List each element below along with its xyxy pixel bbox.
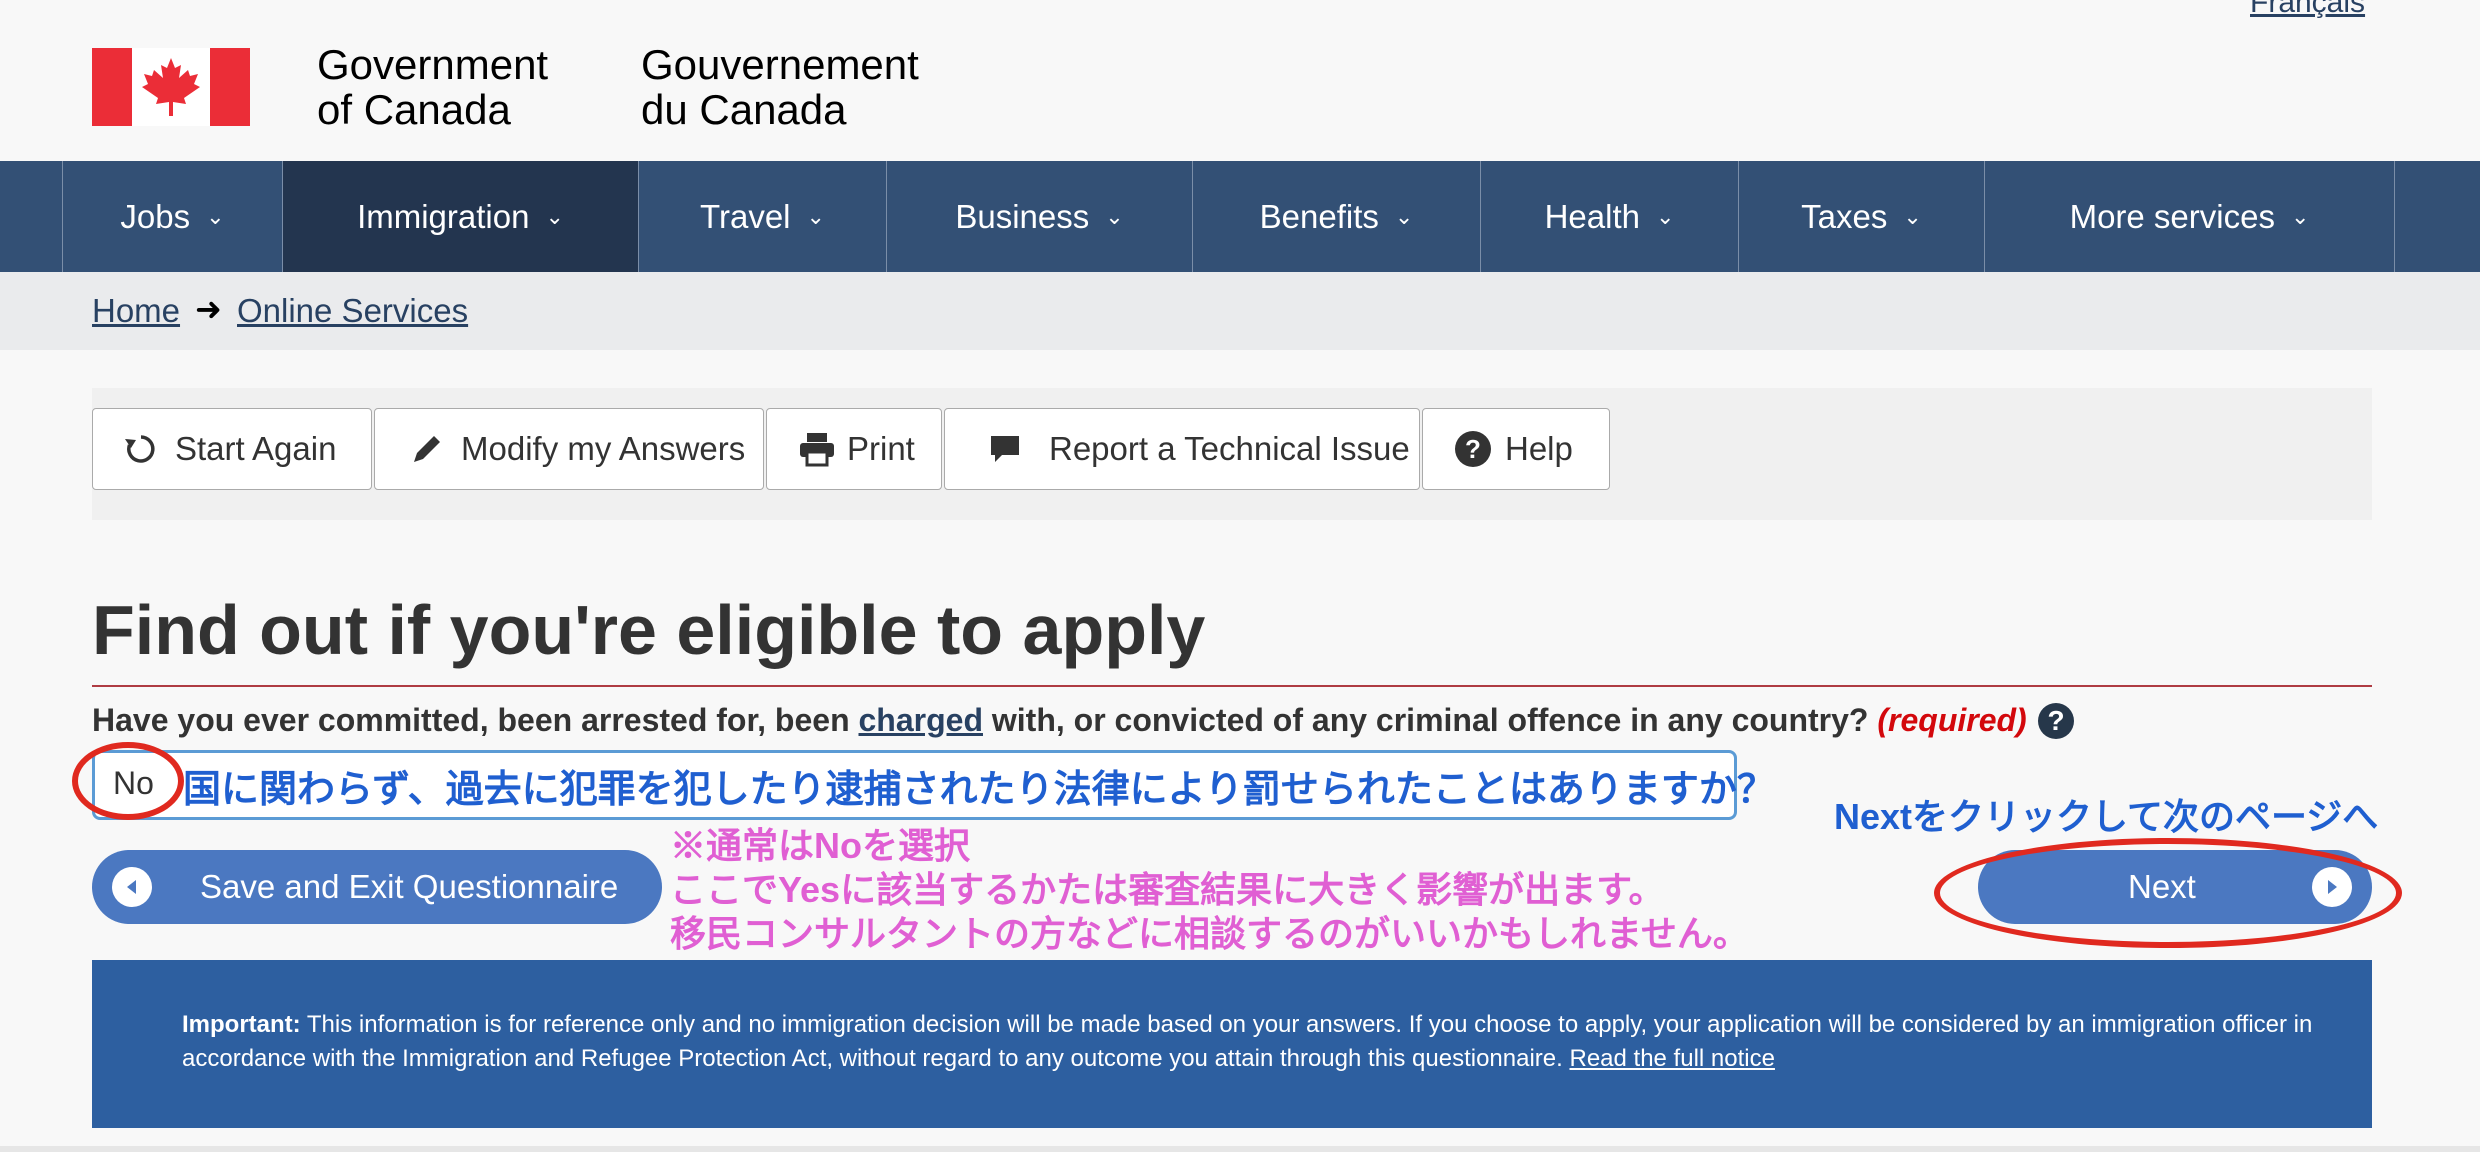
svg-text:?: ?: [1465, 434, 1481, 464]
breadcrumb-home-link[interactable]: Home: [92, 292, 180, 330]
question-translation-annotation: 国に関わらず、過去に犯罪を犯したり逮捕されたり法律により罰せられたことはあります…: [183, 769, 1775, 811]
chevron-down-icon: ⌄: [2290, 203, 2310, 229]
menu-item-more-services[interactable]: More services ⌄: [1985, 161, 2395, 272]
start-again-button[interactable]: Start Again: [92, 408, 372, 490]
next-instruction-annotation: Nextをクリックして次のページへ: [1834, 796, 2379, 837]
modify-answers-button[interactable]: Modify my Answers: [374, 408, 764, 490]
refresh-icon: [121, 429, 161, 469]
print-button[interactable]: Print: [766, 408, 942, 490]
breadcrumb: Home ➜ Online Services: [0, 272, 2480, 350]
highlight-oval-no: [72, 742, 184, 820]
menu-item-taxes[interactable]: Taxes ⌄: [1739, 161, 1985, 272]
menu-item-immigration[interactable]: Immigration ⌄: [283, 161, 639, 272]
chevron-down-icon: ⌄: [1655, 203, 1675, 229]
highlight-oval-next: [1934, 838, 2402, 948]
chevron-down-icon: ⌄: [806, 203, 825, 229]
page-title: Find out if you're eligible to apply: [92, 591, 1206, 669]
important-notice: Important: This information is for refer…: [92, 960, 2372, 1128]
menu-item-health[interactable]: Health ⌄: [1481, 161, 1739, 272]
chevron-down-icon: ⌄: [1105, 203, 1124, 229]
required-marker: (required): [1877, 702, 2027, 738]
site-header: Government of Canada Gouvernement du Can…: [0, 0, 2480, 161]
arrow-right-icon: ➜: [195, 291, 222, 327]
main-menu: Jobs ⌄ Immigration ⌄ Travel ⌄ Business ⌄ Ben…: [0, 161, 2480, 272]
menu-item-jobs[interactable]: Jobs ⌄: [63, 161, 283, 272]
question-help-icon[interactable]: ?: [2038, 703, 2074, 739]
chevron-down-icon: ⌄: [545, 203, 564, 229]
menu-item-travel[interactable]: Travel ⌄: [639, 161, 887, 272]
charged-definition-link[interactable]: charged: [859, 702, 983, 738]
menu-item-benefits[interactable]: Benefits ⌄: [1193, 161, 1481, 272]
chevron-down-icon: ⌄: [206, 203, 225, 229]
breadcrumb-online-services-link[interactable]: Online Services: [237, 292, 468, 330]
save-exit-button[interactable]: Save and Exit Questionnaire: [92, 850, 662, 924]
chevron-down-icon: ⌄: [1903, 203, 1922, 229]
language-toggle-link[interactable]: Français: [2250, 0, 2365, 20]
signature-french: Gouvernement du Canada: [641, 41, 919, 133]
selection-note-annotation: ※通常はNoを選択 ここでYesに該当するかたは審査結果に大きく影響が出ます。 …: [670, 825, 1749, 954]
title-divider: [92, 685, 2372, 687]
signature-english: Government of Canada: [317, 41, 549, 133]
chevron-down-icon: ⌄: [1394, 203, 1414, 229]
printer-icon: [797, 429, 837, 469]
help-button[interactable]: ? Help: [1422, 408, 1610, 490]
menu-item-business[interactable]: Business ⌄: [887, 161, 1193, 272]
question-label: Have you ever committed, been arrested f…: [92, 702, 2027, 738]
notice-text: This information is for reference only a…: [182, 1011, 2313, 1072]
question-circle-icon: ?: [1453, 429, 1493, 469]
comment-icon: [985, 429, 1025, 469]
footer-strip: [0, 1146, 2480, 1152]
canada-flag-logo[interactable]: [92, 48, 250, 126]
read-full-notice-link[interactable]: Read the full notice: [1569, 1045, 1774, 1072]
pencil-icon: [407, 429, 447, 469]
notice-label: Important:: [182, 1011, 301, 1038]
triangle-left-icon: [112, 867, 152, 907]
maple-leaf-icon: [142, 58, 200, 116]
report-technical-issue-button[interactable]: Report a Technical Issue: [944, 408, 1420, 490]
